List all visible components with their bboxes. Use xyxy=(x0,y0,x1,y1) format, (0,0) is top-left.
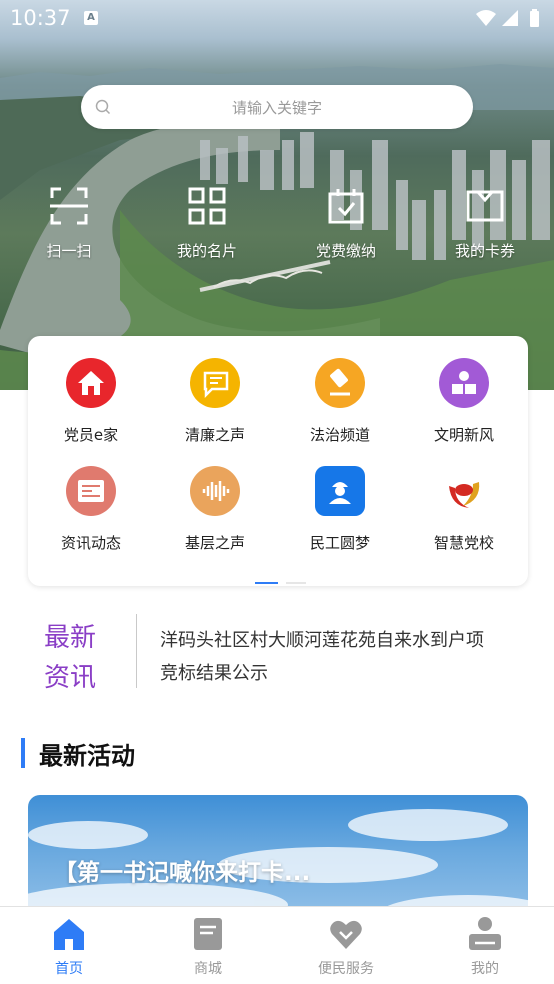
grid-page-indicator xyxy=(255,582,315,584)
activity-banner-title: 【第一书记喊你来打卡... xyxy=(54,860,311,886)
service-label: 智慧党校 xyxy=(433,534,494,552)
tab-profile[interactable]: 我的 xyxy=(435,915,535,978)
heart-tab-icon xyxy=(330,920,362,949)
page-dot-active xyxy=(255,582,278,584)
qrcode-icon xyxy=(188,187,226,225)
status-time: 10:37 xyxy=(10,6,71,30)
page-dot-inactive xyxy=(286,582,306,584)
service-label: 民工圆梦 xyxy=(309,534,370,552)
service-migrant-workers-dream[interactable]: 民工圆梦 xyxy=(278,466,402,553)
status-indicators xyxy=(474,8,546,34)
search-placeholder: 请输入关键字 xyxy=(231,99,322,117)
search-bar[interactable]: 请输入关键字 xyxy=(81,85,473,129)
news-divider xyxy=(136,614,137,688)
coupon-icon xyxy=(466,190,504,222)
payment-icon xyxy=(328,189,364,224)
reader-icon xyxy=(439,358,489,408)
service-grassroots-voice[interactable]: 基层之声 xyxy=(153,466,277,553)
tab-label: 商城 xyxy=(194,961,222,977)
activity-section-title: 最新活动 xyxy=(39,742,135,770)
soundwave-icon xyxy=(190,466,240,516)
home-icon xyxy=(66,358,116,408)
tab-label: 便民服务 xyxy=(318,961,374,977)
service-law-channel[interactable]: 法治频道 xyxy=(278,358,402,445)
chat-bubble-icon xyxy=(190,358,240,408)
service-label: 资讯动态 xyxy=(60,534,121,552)
tab-label: 我的 xyxy=(471,961,499,977)
battery-icon xyxy=(530,9,539,27)
service-label: 清廉之声 xyxy=(184,426,245,444)
service-integrity-voice[interactable]: 清廉之声 xyxy=(153,358,277,445)
news-headline[interactable]: 洋码头社区村大顺河莲花苑自来水到户项 竞标结果公示 xyxy=(160,624,530,690)
quick-action-my-coupons[interactable]: 我的卡券 xyxy=(430,186,540,261)
services-card: 党员e家 清廉之声 法治频道 文明新风 资讯动态 基层之声 民工圆梦 智慧党校 xyxy=(28,336,528,586)
tab-shop[interactable]: 商城 xyxy=(158,915,258,978)
quick-action-scan[interactable]: 扫一扫 xyxy=(14,186,124,261)
quick-action-label: 我的名片 xyxy=(176,242,237,260)
status-bar: 10:37 A xyxy=(0,0,554,36)
quick-action-label: 扫一扫 xyxy=(46,242,92,260)
scan-icon xyxy=(50,187,88,225)
quick-action-dues-payment[interactable]: 党费缴纳 xyxy=(291,186,401,261)
quick-action-label: 我的卡券 xyxy=(454,242,515,260)
service-label: 法治频道 xyxy=(309,426,370,444)
service-party-member-home[interactable]: 党员e家 xyxy=(29,358,153,445)
service-label: 党员e家 xyxy=(63,426,119,444)
wifi-icon xyxy=(476,10,496,26)
notification-a-icon: A xyxy=(84,11,98,25)
party-school-logo-icon xyxy=(439,466,489,516)
signal-icon xyxy=(502,10,518,26)
quick-action-label: 党费缴纳 xyxy=(315,242,376,260)
news-headline-line: 洋码头社区村大顺河莲花苑自来水到户项 xyxy=(160,630,484,651)
news-tag-line: 最新 xyxy=(44,623,97,653)
worker-icon xyxy=(315,466,365,516)
bottom-navigation: 首页 商城 便民服务 我的 xyxy=(0,906,554,984)
profile-tab-icon xyxy=(469,917,501,950)
shop-tab-icon xyxy=(194,918,222,950)
tab-home[interactable]: 首页 xyxy=(19,915,119,978)
service-smart-party-school[interactable]: 智慧党校 xyxy=(402,466,526,553)
service-label: 文明新风 xyxy=(433,426,494,444)
latest-news-tag: 最新 资讯 xyxy=(44,618,96,698)
service-civilization[interactable]: 文明新风 xyxy=(402,358,526,445)
service-news-updates[interactable]: 资讯动态 xyxy=(29,466,153,553)
tab-label: 首页 xyxy=(55,961,83,977)
news-tag-line: 资讯 xyxy=(44,663,97,693)
service-label: 基层之声 xyxy=(184,534,245,552)
quick-action-my-card[interactable]: 我的名片 xyxy=(152,186,262,261)
section-accent-bar xyxy=(21,738,25,768)
home-tab-icon xyxy=(54,919,84,950)
tab-services[interactable]: 便民服务 xyxy=(296,915,396,978)
news-headline-line: 竞标结果公示 xyxy=(160,663,268,684)
newspaper-icon xyxy=(66,466,116,516)
gavel-icon xyxy=(315,358,365,408)
